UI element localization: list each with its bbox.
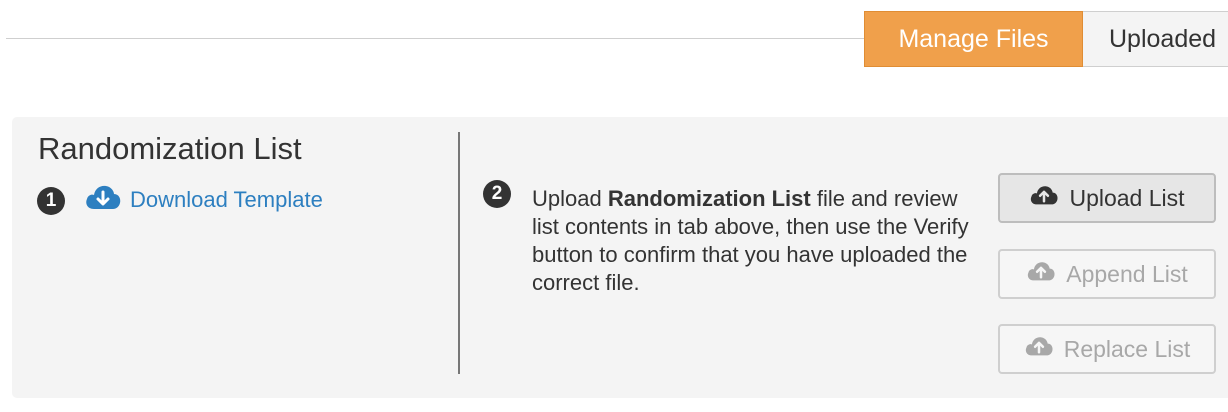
cloud-upload-icon — [1026, 260, 1066, 288]
append-list-label: Append List — [1066, 260, 1188, 287]
upload-instructions: Upload Randomization List file and revie… — [532, 185, 972, 297]
download-template-label: Download Template — [130, 187, 323, 212]
cloud-download-icon — [84, 183, 130, 217]
append-list-button[interactable]: Append List — [998, 249, 1216, 299]
step-2-badge: 2 — [483, 180, 511, 208]
tab-manage-files[interactable]: Manage Files — [864, 11, 1083, 67]
upload-list-label: Upload List — [1069, 184, 1185, 211]
panel-title: Randomization List — [38, 131, 302, 166]
cloud-upload-icon — [1024, 335, 1064, 363]
instructions-text-start: Upload — [532, 186, 608, 211]
randomization-panel: Randomization List 1 Download Template 2… — [12, 117, 1228, 398]
cloud-upload-icon — [1029, 184, 1069, 212]
instructions-bold-text: Randomization List — [607, 186, 811, 211]
header-rule — [6, 38, 868, 39]
replace-list-label: Replace List — [1063, 335, 1191, 362]
step-1-badge: 1 — [37, 187, 65, 215]
download-template-link[interactable]: Download Template — [84, 183, 323, 217]
tab-uploaded[interactable]: Uploaded — [1083, 11, 1228, 67]
tab-bar: Manage Files Uploaded — [864, 11, 1228, 67]
replace-list-button[interactable]: Replace List — [998, 324, 1216, 374]
column-divider — [458, 132, 460, 374]
upload-list-button[interactable]: Upload List — [998, 173, 1216, 223]
